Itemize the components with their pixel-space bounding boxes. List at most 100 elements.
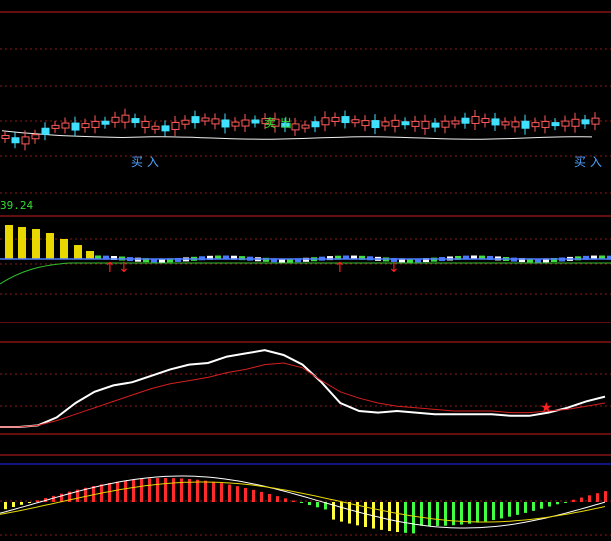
- candle: [291, 123, 300, 131]
- candle: [461, 117, 470, 124]
- macd-bar: [588, 495, 591, 502]
- macd-bar: [300, 502, 303, 503]
- macd-bar: [172, 478, 175, 502]
- macd-bar: [228, 484, 231, 502]
- macd-bar: [492, 502, 495, 520]
- macd-bar: [540, 502, 543, 509]
- macd-bar: [236, 486, 239, 502]
- candle: [21, 136, 30, 145]
- candle: [411, 120, 420, 127]
- macd-bar: [396, 502, 399, 533]
- macd-bar: [20, 502, 23, 505]
- white-series-line: [0, 349, 606, 428]
- macd-bar: [500, 502, 503, 519]
- buy-label-2: 买 入: [574, 155, 602, 169]
- volume-bar: [18, 227, 26, 259]
- candle: [401, 121, 410, 126]
- macd-bar: [556, 502, 559, 505]
- buy-label-1: 买 入: [131, 155, 159, 169]
- signal-arrow: ↓: [118, 260, 130, 276]
- candle: [151, 125, 160, 130]
- macd-bar: [60, 493, 63, 502]
- macd-bar: [156, 478, 159, 502]
- candle: [591, 117, 600, 125]
- macd-bar: [508, 502, 511, 517]
- macd-bar: [244, 487, 247, 502]
- candle: [541, 120, 550, 128]
- candle: [31, 134, 40, 140]
- candle: [201, 117, 210, 122]
- candle: [531, 122, 540, 128]
- crossover-star: ★: [540, 400, 553, 416]
- candle: [481, 118, 490, 124]
- volume-bar: [5, 225, 13, 259]
- macd-bar: [580, 497, 583, 502]
- macd-bar: [116, 481, 119, 502]
- volume-panel: ↑ ↓ ↑ ↓: [0, 199, 611, 323]
- candle: [521, 120, 530, 129]
- candle: [371, 120, 380, 129]
- candle: [321, 117, 330, 126]
- macd-bar: [36, 500, 39, 502]
- candle: [71, 122, 80, 131]
- macd-bar: [108, 482, 111, 502]
- candle: [341, 116, 350, 124]
- macd-bar: [420, 502, 423, 526]
- candle: [501, 121, 510, 126]
- macd-bar: [124, 480, 127, 502]
- macd-bar: [4, 502, 7, 510]
- macd-panel: [0, 440, 611, 541]
- candle: [301, 124, 310, 129]
- candle: [511, 121, 520, 128]
- candle: [441, 120, 450, 128]
- candle: [41, 127, 50, 135]
- macd-bar: [348, 502, 351, 524]
- candle: [131, 118, 140, 124]
- volume-bar: [60, 239, 68, 259]
- volume-bar: [32, 229, 40, 259]
- macd-bar: [524, 502, 527, 513]
- price-panel: 卖 出 买 入 买 入: [0, 0, 611, 199]
- macd-bar: [220, 483, 223, 502]
- price-chart: [0, 11, 611, 194]
- candle: [61, 122, 70, 129]
- volume-ma-line: [0, 262, 611, 285]
- macd-bar: [476, 502, 479, 523]
- macd-bar: [468, 502, 471, 524]
- candle: [161, 125, 170, 132]
- macd-bar: [204, 480, 207, 502]
- candle: [311, 121, 320, 128]
- macd-chart: [0, 454, 611, 536]
- macd-bar: [268, 493, 271, 502]
- candle: [211, 118, 220, 125]
- candle: [421, 120, 430, 129]
- macd-bar: [596, 493, 599, 502]
- candle: [121, 114, 130, 123]
- candle: [1, 135, 10, 139]
- macd-bar: [252, 489, 255, 502]
- macd-bar: [380, 502, 383, 530]
- macd-bar: [196, 479, 199, 502]
- macd-bar: [316, 502, 319, 508]
- macd-bar: [548, 502, 551, 507]
- macd-bar: [140, 478, 143, 502]
- macd-bar: [444, 502, 447, 526]
- macd-bar: [516, 502, 519, 515]
- candle: [181, 119, 190, 125]
- macd-bar: [388, 502, 391, 532]
- macd-bar: [436, 502, 439, 526]
- price-ma-line: [1, 130, 593, 140]
- macd-bar: [148, 478, 151, 502]
- macd-bar: [212, 481, 215, 502]
- candle: [551, 122, 560, 127]
- candle: [241, 119, 250, 127]
- volume-chart: ↑ ↓ ↑ ↓: [0, 215, 611, 323]
- macd-bar: [572, 499, 575, 502]
- sell-label: 卖 出: [264, 116, 292, 130]
- macd-bar: [260, 491, 263, 502]
- macd-bar: [428, 502, 431, 526]
- macd-bar: [292, 500, 295, 502]
- candle: [381, 121, 390, 127]
- macd-bar: [340, 502, 343, 522]
- candle: [141, 120, 150, 128]
